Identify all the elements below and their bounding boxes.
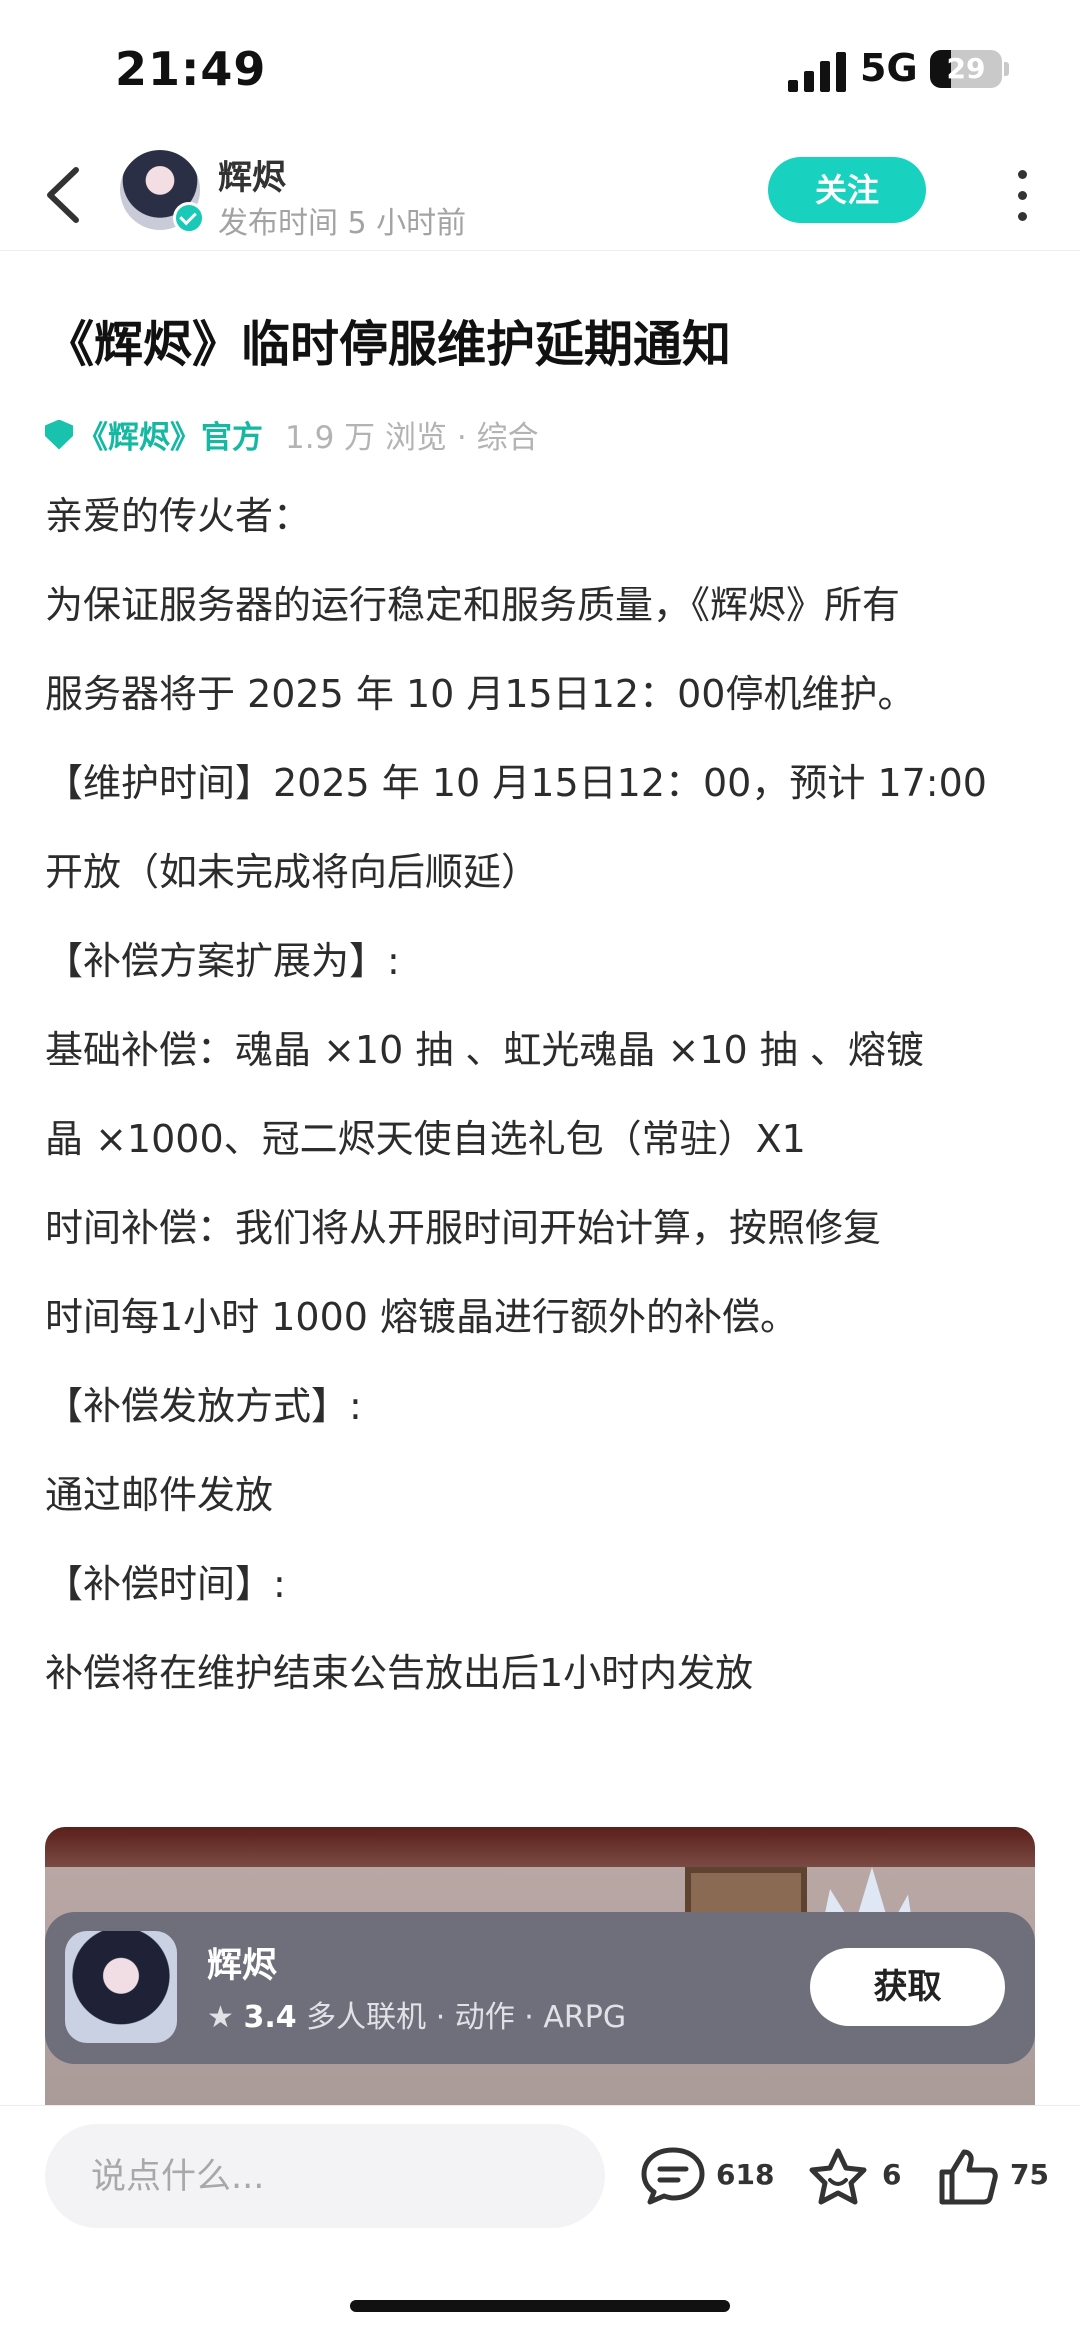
body-line: 晶 ×1000、冠二烬天使自选礼包（常驻）X1: [45, 1117, 806, 1161]
star-icon: ★: [207, 2000, 234, 2035]
more-options-icon[interactable]: [1010, 170, 1034, 226]
article-meta: 《辉烬》官方 1.9 万 浏览 · 综合: [45, 412, 539, 456]
body-line: 【维护时间】2025 年 10 月15日12：00，预计 17:00: [45, 761, 987, 805]
game-app-name: 辉烬: [207, 1946, 278, 1986]
verified-badge-icon: [173, 202, 205, 234]
favorite-action[interactable]: 6: [806, 2146, 916, 2206]
like-action[interactable]: 75: [936, 2146, 1056, 2206]
body-line: 补偿将在维护结束公告放出后1小时内发放: [45, 1651, 754, 1695]
game-app-info: ★ 3.4 多人联机 · 动作 · ARPG: [207, 1992, 626, 2036]
body-line: 服务器将于 2025 年 10 月15日12：00停机维护。: [45, 672, 916, 716]
status-time: 21:49: [115, 42, 267, 96]
network-type: 5G: [860, 46, 918, 90]
body-line: 亲爱的传火者：: [45, 494, 312, 538]
likes-count: 75: [1010, 2158, 1049, 2191]
official-shield-icon: [45, 419, 73, 450]
body-line: 【补偿方案扩展为】:: [45, 939, 400, 983]
view-count: 1.9 万 浏览 · 综合: [285, 420, 539, 456]
article-title: 《辉烬》临时停服维护延期通知: [45, 316, 732, 373]
battery-icon: 29: [930, 50, 1002, 88]
comments-count: 618: [716, 2158, 775, 2191]
comment-input[interactable]: [89, 2124, 593, 2230]
game-tags: 多人联机 · 动作 · ARPG: [306, 2000, 627, 2035]
author-name[interactable]: 辉烬: [218, 150, 286, 199]
battery-nub: [1004, 62, 1009, 76]
official-label[interactable]: 《辉烬》官方: [77, 420, 263, 456]
get-app-button[interactable]: 获取: [810, 1948, 1005, 2026]
body-line: 时间补偿：我们将从开服时间开始计算，按照修复: [45, 1206, 882, 1250]
status-bar: 21:49 5G 29: [0, 0, 1080, 140]
article-body: 亲爱的传火者： 为保证服务器的运行稳定和服务质量，《辉烬》所有 服务器将于 20…: [45, 472, 1035, 1718]
signal-icon: [788, 52, 846, 92]
comment-bubble-icon: [641, 2147, 705, 2205]
post-time: 发布时间 5 小时前: [218, 206, 467, 241]
game-app-card[interactable]: 辉烬 ★ 3.4 多人联机 · 动作 · ARPG 获取: [45, 1912, 1035, 2064]
thumbs-up-icon: [939, 2149, 998, 2205]
home-indicator[interactable]: [350, 2300, 730, 2312]
back-arrow-icon[interactable]: [40, 160, 90, 230]
body-line: 开放（如未完成将向后顺延）: [45, 850, 540, 894]
body-line: 基础补偿：魂晶 ×10 抽 、虹光魂晶 ×10 抽 、熔镀: [45, 1028, 924, 1072]
body-line: 通过邮件发放: [45, 1473, 274, 1517]
post-header: 辉烬 发布时间 5 小时前 关注: [0, 140, 1080, 251]
game-app-icon: [65, 1931, 177, 2043]
follow-button[interactable]: 关注: [768, 157, 926, 223]
comment-box[interactable]: [45, 2124, 605, 2230]
battery-percent: 29: [946, 52, 986, 85]
body-line: 为保证服务器的运行稳定和服务质量，《辉烬》所有: [45, 583, 901, 627]
comments-action[interactable]: 618: [640, 2146, 780, 2206]
favorites-count: 6: [882, 2158, 902, 2191]
star-favorite-icon: [809, 2148, 867, 2205]
body-line: 【补偿发放方式】:: [45, 1384, 362, 1428]
body-line: 【补偿时间】:: [45, 1562, 286, 1606]
game-rating: 3.4: [243, 2000, 297, 2035]
body-line: 时间每1小时 1000 熔镀晶进行额外的补偿。: [45, 1295, 799, 1339]
